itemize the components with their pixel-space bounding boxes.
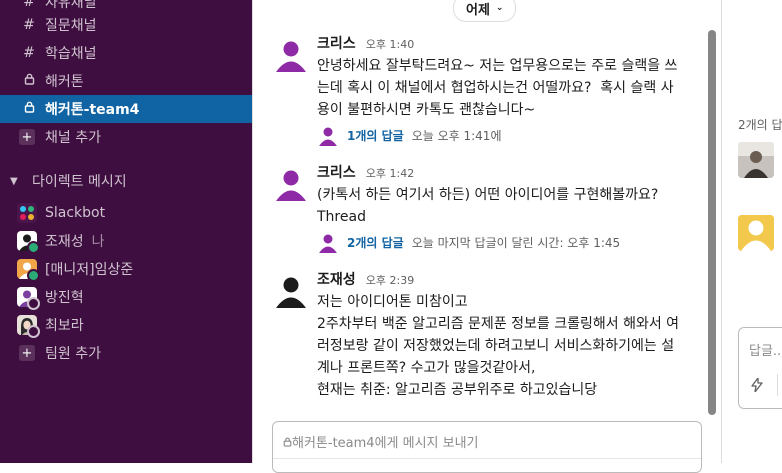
add-member-label: 팀원 추가 — [45, 346, 101, 362]
presence-dot — [27, 241, 40, 254]
sidebar-channel-hackathon[interactable]: 해커톤 — [0, 67, 252, 95]
chevron-down-icon: ⌄ — [495, 3, 504, 13]
sidebar: # 자유채널 # 질문채널 # 학습채널 해커톤 해커톤-team4 + 채널 … — [0, 0, 252, 463]
thread-last-reply: 오늘 마지막 답글이 달린 시간: 오후 1:45 — [411, 235, 621, 250]
sidebar-channel-question[interactable]: # 질문채널 — [0, 11, 252, 39]
plus-icon: + — [19, 129, 35, 145]
lock-icon — [19, 101, 39, 117]
lightning-icon[interactable] — [751, 377, 763, 396]
hash-icon: # — [23, 0, 35, 10]
sidebar-channel-label: 해커톤-team4 — [45, 102, 140, 118]
lock-icon — [19, 73, 39, 89]
avatar[interactable] — [273, 165, 309, 201]
dm-item-label: 최보라 — [45, 318, 84, 334]
dm-item-manager[interactable]: [매니저]임상준 — [0, 255, 252, 283]
thread-replies[interactable]: 1개의 답글 오늘 오후 1:41에 — [317, 123, 693, 147]
avatar[interactable] — [273, 36, 309, 72]
dm-item-label: 조재성 — [45, 234, 84, 250]
message-author[interactable]: 크리스 — [317, 165, 356, 181]
dm-section-header[interactable]: ▼ 다이렉트 메시지 — [0, 167, 252, 195]
avatar — [17, 259, 40, 282]
message-pane: 어제 ⌄ 크리스 오후 1:40 안녕하세요 잘부탁드려요~ 저는 업무용으로는… — [253, 0, 720, 473]
avatar — [317, 231, 339, 253]
thread-last-reply: 오늘 오후 1:41에 — [411, 128, 502, 143]
presence-dot — [27, 325, 40, 338]
sidebar-channel-study[interactable]: # 학습채널 — [0, 39, 252, 67]
add-channel-label: 채널 추가 — [45, 130, 101, 146]
dm-item-label: 방진혁 — [45, 290, 84, 306]
sidebar-channel-hackathon-team4[interactable]: 해커톤-team4 — [0, 95, 252, 123]
avatar[interactable] — [738, 142, 774, 178]
presence-dot — [27, 297, 40, 310]
avatar[interactable] — [738, 215, 774, 251]
sidebar-channel-label: 해커톤 — [45, 74, 84, 90]
composer-placeholder: 해커톤-team4에게 메시지 보내기 — [283, 432, 479, 451]
avatar — [317, 124, 339, 146]
date-divider-label: 어제 — [466, 2, 490, 18]
thread-reply-count[interactable]: 2개의 답글 — [347, 234, 404, 251]
message-timestamp[interactable]: 오후 2:39 — [366, 274, 414, 287]
dm-item-choibora[interactable]: 최보라 — [0, 311, 252, 339]
presence-dot — [27, 269, 40, 282]
dm-item-slackbot[interactable]: Slackbot — [0, 199, 252, 227]
date-divider-button[interactable]: 어제 ⌄ — [453, 0, 517, 22]
thread-reply-placeholder: 답글... — [749, 344, 782, 359]
sidebar-channel-label: 학습채널 — [45, 46, 97, 62]
dm-item-label: Slackbot — [45, 205, 106, 221]
message-text: 저는 아이디어톤 미참이고 2주차부터 백준 알고리즘 문제푼 정보를 크롤링해… — [317, 294, 680, 398]
dm-section-label: 다이렉트 메시지 — [32, 174, 127, 190]
message-text: (카톡서 하든 여기서 하든) 어떤 아이디어를 구현해볼까요? Thread — [317, 187, 659, 225]
toolbar-separator — [777, 374, 778, 396]
avatar — [17, 287, 40, 310]
composer-divider — [273, 458, 701, 459]
avatar — [17, 315, 40, 338]
message-text: 안녕하세요 잘부탁드려요~ 저는 업무용으로는 주로 슬랙을 쓰 는데 혹시 이… — [317, 58, 678, 118]
message-timestamp[interactable]: 오후 1:40 — [366, 38, 414, 51]
hash-icon: # — [23, 17, 35, 33]
dm-item-bangjinhyuk[interactable]: 방진혁 — [0, 283, 252, 311]
avatar — [17, 231, 40, 254]
thread-reply-input[interactable]: 답글... — [738, 327, 782, 409]
message-composer[interactable]: 해커톤-team4에게 메시지 보내기 — [272, 421, 702, 473]
add-channel-button[interactable]: + 채널 추가 — [0, 123, 252, 151]
slackbot-avatar — [17, 203, 37, 223]
dm-item-suffix: 나 — [91, 234, 105, 250]
message-scrollbar[interactable] — [708, 30, 716, 415]
thread-panel: 2개의 답 답글... — [721, 0, 782, 463]
add-member-button[interactable]: + 팀원 추가 — [0, 339, 252, 367]
caret-down-icon: ▼ — [10, 175, 18, 187]
thread-reply-count[interactable]: 1개의 답글 — [347, 127, 404, 144]
dm-item-jojaesung[interactable]: 조재성 나 — [0, 227, 252, 255]
avatar[interactable] — [273, 272, 309, 308]
message-author[interactable]: 크리스 — [317, 36, 356, 52]
lock-icon — [283, 437, 292, 447]
message-author[interactable]: 조재성 — [317, 272, 356, 288]
hash-icon: # — [23, 45, 35, 61]
thread-panel-reply-count: 2개의 답 — [738, 118, 782, 132]
message-timestamp[interactable]: 오후 1:42 — [366, 167, 414, 180]
dm-item-label: [매니저]임상준 — [45, 262, 134, 278]
sidebar-channel-label: 질문채널 — [45, 18, 97, 34]
plus-icon: + — [19, 345, 35, 361]
thread-replies[interactable]: 2개의 답글 오늘 마지막 답글이 달린 시간: 오후 1:45 — [317, 230, 693, 254]
